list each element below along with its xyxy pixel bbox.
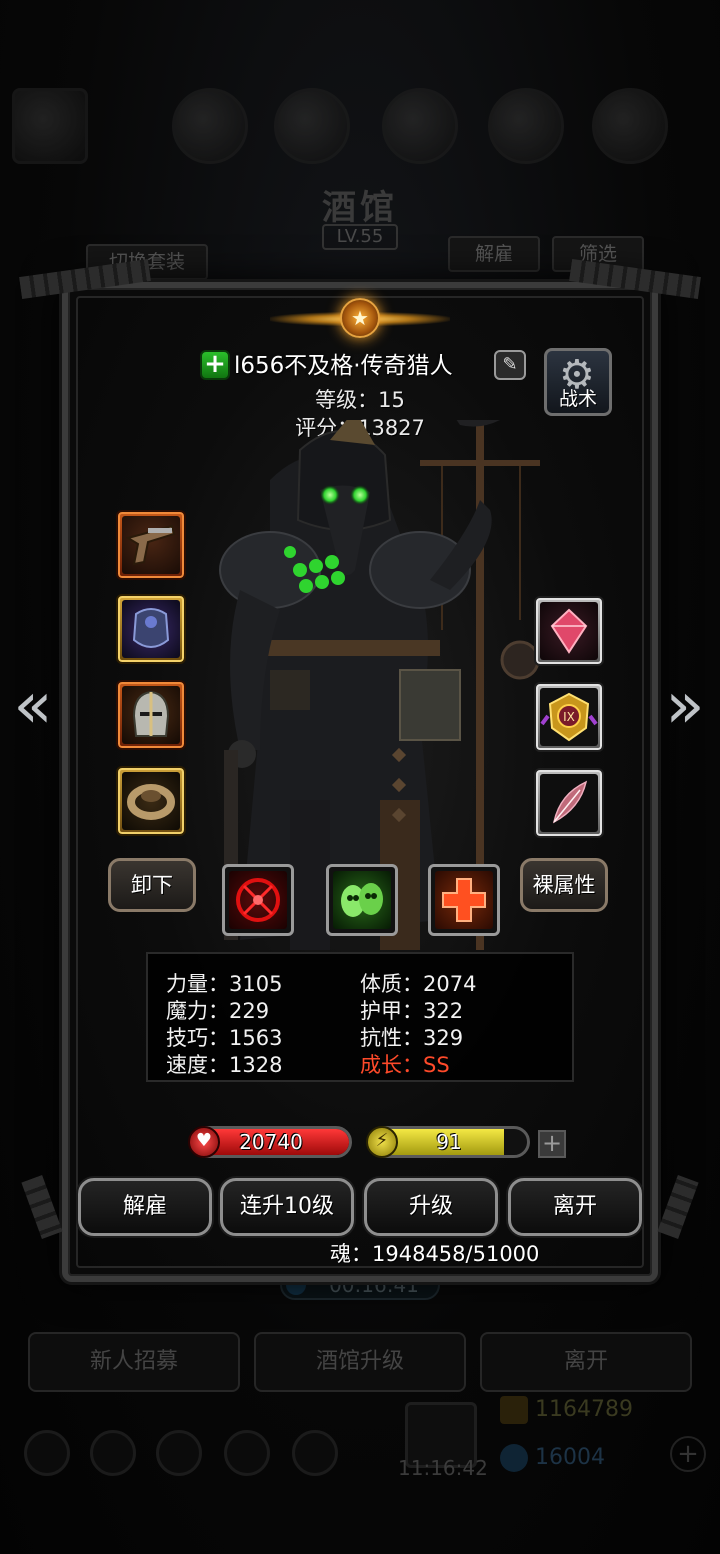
gem-icon — [540, 602, 598, 660]
background-top-icons — [0, 88, 720, 178]
bg-category-icon — [592, 88, 668, 164]
hero-name-bar: + l656不及格·传奇猎人 ✎ — [200, 348, 532, 384]
stat-speed: 速度：1328 — [166, 1053, 283, 1077]
svg-text:IX: IX — [563, 710, 575, 724]
badge-icon: IX — [540, 688, 598, 746]
bg-upgrade-tavern-button: 酒馆升级 — [254, 1332, 466, 1392]
next-hero-arrow-icon[interactable]: » — [660, 674, 710, 742]
tavern-title: 酒馆 — [322, 188, 398, 228]
target-skill-icon — [229, 871, 287, 929]
add-hero-button[interactable]: + — [200, 350, 230, 380]
tactics-button[interactable]: ⚙ 战术 — [544, 348, 612, 416]
bg-gems-value: 16004 — [535, 1445, 605, 1470]
bg-category-icon — [274, 88, 350, 164]
rename-edit-icon[interactable]: ✎ — [494, 350, 526, 380]
unequip-button[interactable]: 卸下 — [108, 858, 196, 912]
bg-category-icon — [382, 88, 458, 164]
heal-cross-skill-icon — [435, 871, 493, 929]
bg-recruit-button: 新人招募 — [28, 1332, 240, 1392]
previous-hero-arrow-icon[interactable]: « — [8, 674, 58, 742]
heart-icon: ♥ — [188, 1126, 220, 1158]
equip-slot-feather[interactable] — [534, 768, 604, 838]
bg-gold: 1164789 — [500, 1396, 633, 1424]
bg-plus-icon: + — [670, 1436, 706, 1472]
lightning-icon: ⚡ — [366, 1126, 398, 1158]
bg-leave-button: 离开 — [480, 1332, 692, 1392]
hero-level: 等级：15 — [315, 388, 405, 412]
dismiss-button[interactable]: 解雇 — [78, 1178, 212, 1236]
bg-dismiss-button: 解雇 — [448, 236, 540, 272]
add-energy-button[interactable]: + — [538, 1130, 566, 1158]
soul-counter: 魂：1948458/51000 — [330, 1242, 540, 1266]
panel-crest: ★ — [270, 290, 450, 350]
crest-emblem-icon: ★ — [340, 298, 380, 338]
bg-menu-icon — [292, 1430, 338, 1476]
bare-attributes-button[interactable]: 裸属性 — [520, 858, 608, 912]
level-up-10-button[interactable]: 连升10级 — [220, 1178, 354, 1236]
bg-palm-icon — [12, 88, 88, 164]
stats-panel: 力量：3105 魔力：229 技巧：1563 速度：1328 体质：2074 护… — [146, 952, 574, 1082]
tavern-level: LV.55 — [322, 224, 398, 250]
stat-constitution: 体质：2074 — [360, 972, 477, 996]
equip-slot-badge[interactable]: IX — [534, 682, 604, 752]
bg-menu-icon — [24, 1430, 70, 1476]
hero-name: l656不及格·传奇猎人 — [234, 353, 453, 379]
pistol-icon — [122, 516, 180, 574]
stat-armor: 护甲：322 — [360, 999, 464, 1023]
equip-slot-armor[interactable] — [116, 594, 186, 664]
equip-slot-weapon[interactable] — [116, 510, 186, 580]
stat-skill: 技巧：1563 — [166, 1026, 283, 1050]
skill-slot-1[interactable] — [222, 864, 294, 936]
bg-gold-value: 1164789 — [535, 1397, 633, 1422]
helmet-icon — [122, 686, 180, 744]
equip-slot-ring[interactable] — [116, 766, 186, 836]
gold-icon — [500, 1396, 528, 1424]
ghost-skill-icon — [333, 871, 391, 929]
ring-icon — [122, 772, 180, 830]
skill-slot-2[interactable] — [326, 864, 398, 936]
bg-clock: 11:16:42 — [398, 1456, 488, 1480]
equip-slot-gem[interactable] — [534, 596, 604, 666]
stat-strength: 力量：3105 — [166, 972, 283, 996]
bg-gems: 16004 — [500, 1444, 605, 1472]
stat-magic: 魔力：229 — [166, 999, 270, 1023]
bg-menu-icon — [90, 1430, 136, 1476]
stat-growth: 成长：SS — [360, 1053, 450, 1077]
leave-button[interactable]: 离开 — [508, 1178, 642, 1236]
bg-menu-icon — [224, 1430, 270, 1476]
tactics-label: 战术 — [558, 388, 597, 410]
gem-currency-icon — [500, 1444, 528, 1472]
equip-slot-helmet[interactable] — [116, 680, 186, 750]
stat-resistance: 抗性：329 — [360, 1026, 464, 1050]
armor-icon — [122, 600, 180, 658]
bg-menu-icon — [156, 1430, 202, 1476]
skill-slot-3[interactable] — [428, 864, 500, 936]
bg-category-icon — [172, 88, 248, 164]
level-up-button[interactable]: 升级 — [364, 1178, 498, 1236]
bg-category-icon — [488, 88, 564, 164]
feather-icon — [540, 774, 598, 832]
